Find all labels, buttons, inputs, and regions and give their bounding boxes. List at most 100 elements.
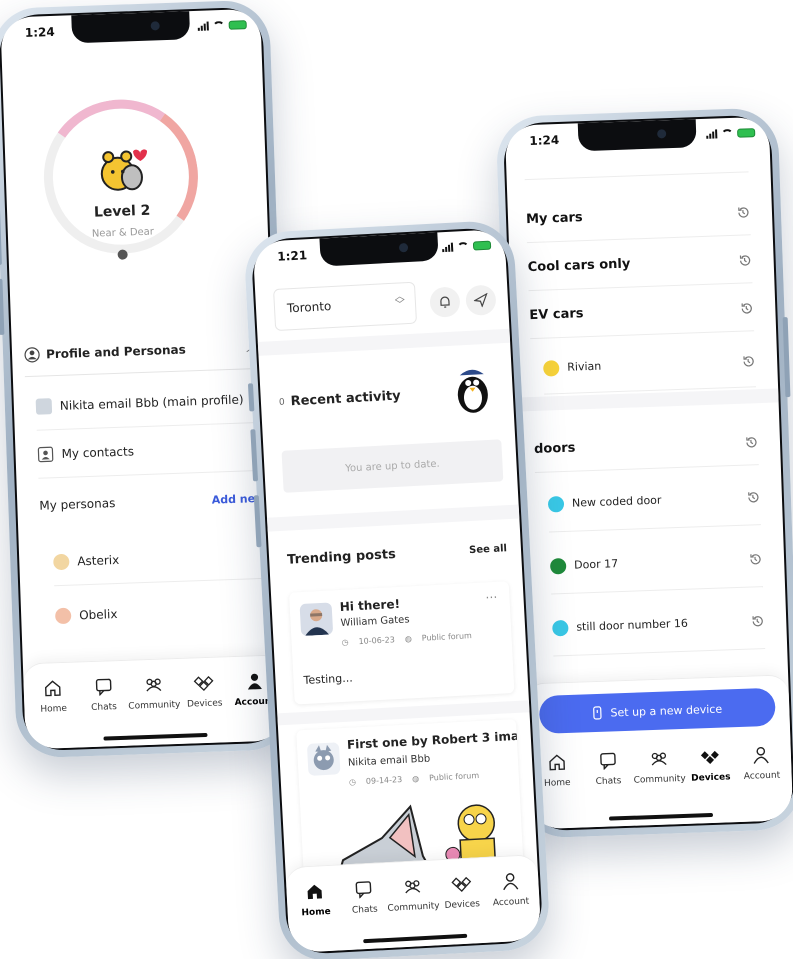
send-button[interactable]	[465, 284, 497, 316]
tab-devices[interactable]: Devices	[688, 745, 733, 784]
persona-label: Obelix	[78, 607, 118, 623]
history-icon[interactable]	[748, 552, 762, 566]
status-time: 1:24	[529, 132, 560, 148]
tab-chats[interactable]: Chats	[585, 749, 630, 788]
home-indicator	[103, 732, 208, 741]
setup-device-label: Set up a new device	[610, 702, 723, 719]
tab-label: Community	[633, 773, 686, 786]
devices-icon	[701, 750, 720, 765]
group-my-cars[interactable]: My cars	[525, 189, 751, 244]
section-gap	[257, 328, 511, 356]
more-icon[interactable]: ⋯	[485, 590, 498, 605]
history-icon[interactable]	[744, 435, 758, 449]
post-date: 10-06-23	[358, 635, 396, 647]
tab-label: Chats	[90, 702, 118, 714]
tab-bar: Set up a new device Home Chats Community	[524, 674, 793, 830]
history-icon[interactable]	[736, 205, 750, 219]
device-rivian[interactable]: Rivian	[542, 335, 757, 395]
post-card[interactable]: Hi there! ⋯ William Gates ◷ 10-06-23 ◍ Pub…	[288, 581, 515, 705]
group-ev-cars[interactable]: EV cars	[528, 285, 755, 340]
device-label: still door number 16	[576, 616, 689, 634]
chevron-updown-icon: ︿ ﹀	[394, 291, 406, 311]
key-icon	[542, 359, 560, 377]
recent-empty-state: You are up to date.	[281, 439, 504, 493]
history-icon[interactable]	[739, 301, 753, 315]
tab-account[interactable]: Account	[739, 743, 784, 782]
phone-home-screen: 1:21 Toronto ︿ ﹀ 0 Recent activity You a…	[243, 219, 551, 959]
section-title: Profile and Personas	[45, 341, 186, 361]
battery-icon	[228, 19, 247, 30]
status-time: 1:24	[24, 24, 55, 40]
tab-devices[interactable]: Devices	[439, 872, 485, 911]
account-icon	[247, 673, 262, 690]
tab-home[interactable]: Home	[31, 677, 76, 716]
chat-icon	[599, 752, 616, 770]
row-label: Nikita email Bbb (main profile)	[59, 392, 244, 413]
profile-personas-header[interactable]: Profile and Personas ︿	[23, 324, 263, 378]
community-icon	[405, 880, 421, 894]
tab-community[interactable]: Community	[633, 747, 686, 786]
tab-bar: Home Chats Community Devices Account	[22, 654, 286, 750]
post-date: 09-14-23	[365, 774, 403, 786]
group-doors[interactable]: doors	[533, 419, 759, 473]
phone-devices-screen: 1:24 My cars Cool cars only EV cars Rivi…	[495, 107, 793, 839]
trending-header: Trending posts See all	[287, 541, 507, 567]
notifications-button[interactable]	[429, 286, 461, 318]
tab-home[interactable]: Home	[292, 880, 338, 919]
device-door-16[interactable]: still door number 16	[551, 593, 766, 657]
contacts-icon	[37, 446, 54, 462]
avatar-icon	[35, 397, 53, 415]
tab-community[interactable]: Community	[387, 874, 440, 914]
door-icon	[549, 557, 567, 575]
group-label: doors	[533, 440, 576, 457]
group-label: Cool cars only	[527, 256, 631, 276]
home-icon	[307, 884, 323, 900]
city-selector[interactable]: Toronto ︿ ﹀	[273, 281, 418, 332]
wifi-icon	[456, 241, 470, 251]
personas-label: My personas	[39, 496, 116, 513]
signal-icon	[706, 128, 718, 139]
info-icon[interactable]	[117, 249, 128, 260]
recent-count: 0	[278, 397, 285, 408]
home-indicator	[363, 933, 468, 944]
history-icon[interactable]	[741, 354, 755, 368]
history-icon[interactable]	[750, 614, 764, 628]
tab-label: Account	[743, 770, 781, 782]
account-icon	[753, 746, 770, 764]
tab-label: Community	[387, 901, 440, 914]
tab-account[interactable]: Account	[487, 869, 533, 908]
tab-chats[interactable]: Chats	[341, 877, 387, 916]
post-meta: ◷ 09-14-23 ◍ Public forum	[349, 771, 480, 787]
post-author: William Gates	[340, 614, 410, 629]
tab-chats[interactable]: Chats	[81, 675, 126, 714]
wifi-icon	[721, 128, 734, 138]
row-main-profile[interactable]: Nikita email Bbb (main profile)	[35, 374, 263, 431]
bear-mascot-icon	[100, 149, 148, 191]
user-circle-icon	[24, 346, 40, 362]
volume-up-button	[0, 208, 2, 266]
devices-icon	[194, 675, 214, 691]
tab-devices[interactable]: Devices	[182, 671, 227, 710]
group-label: EV cars	[529, 306, 584, 324]
group-cool-cars[interactable]: Cool cars only	[526, 237, 753, 292]
post-title: Hi there!	[339, 596, 401, 615]
history-icon[interactable]	[746, 490, 760, 504]
device-label: Door 17	[573, 557, 619, 572]
tab-label: Community	[128, 699, 181, 712]
persona-asterix[interactable]: Asterix	[52, 530, 269, 587]
device-door-17[interactable]: Door 17	[549, 531, 764, 595]
see-all-link[interactable]: See all	[469, 543, 507, 556]
device-new-coded-door[interactable]: New coded door	[547, 469, 761, 533]
screen: 1:24 Level 2 Near & Dear Profile and Per…	[0, 8, 286, 750]
asterix-icon	[53, 553, 70, 570]
tab-label: Devices	[691, 772, 731, 784]
tab-label: Home	[543, 777, 571, 789]
tab-community[interactable]: Community	[128, 673, 181, 712]
row-my-contacts[interactable]: My contacts	[36, 422, 265, 479]
persona-label: Asterix	[77, 552, 120, 568]
section-gap	[266, 504, 520, 532]
globe-icon: ◍	[411, 774, 420, 784]
post-body: Testing...	[303, 671, 354, 688]
history-icon[interactable]	[737, 253, 751, 267]
persona-obelix[interactable]: Obelix	[54, 585, 270, 640]
